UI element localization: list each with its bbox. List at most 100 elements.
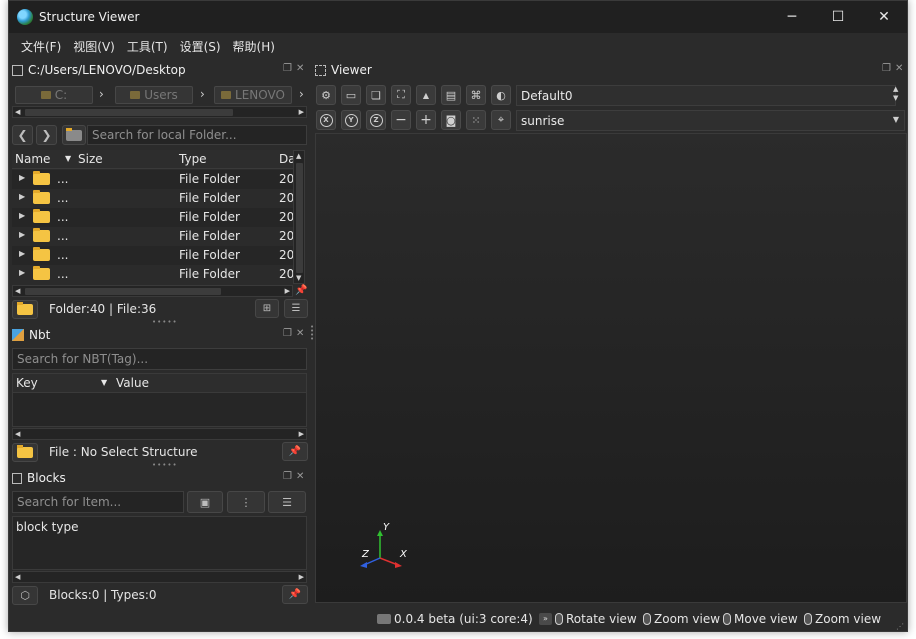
rotate-x-button[interactable]: X bbox=[316, 110, 336, 130]
menu-view[interactable]: 视图(V) bbox=[67, 38, 121, 55]
mouse-wheel-icon bbox=[643, 613, 651, 625]
splitter-grip[interactable]: ••••• bbox=[152, 461, 178, 469]
grid-button[interactable]: ⁙ bbox=[466, 110, 486, 130]
table-row[interactable]: ▶... File Folder 20 bbox=[12, 265, 304, 284]
forward-button[interactable]: ❯ bbox=[36, 125, 57, 145]
sort-down-icon[interactable]: ▼ bbox=[101, 378, 107, 387]
file-list-hscroll[interactable]: ◀ ▶ bbox=[12, 285, 293, 297]
layers-button[interactable]: ❏ bbox=[366, 85, 386, 105]
menu-help[interactable]: 帮助(H) bbox=[227, 38, 281, 55]
tree-view-button[interactable]: ⋮ bbox=[227, 491, 265, 513]
expand-arrow-icon[interactable]: ▶ bbox=[19, 173, 25, 182]
column-name[interactable]: Name bbox=[15, 152, 50, 166]
3d-viewport[interactable]: Y X Z bbox=[315, 133, 907, 603]
table-row[interactable]: ▶... File Folder 20 bbox=[12, 189, 304, 208]
up-button[interactable]: ▲ bbox=[416, 85, 436, 105]
version-info: 0.0.4 beta (ui:3 core:4) bbox=[377, 612, 533, 626]
float-panel-icon[interactable]: ❐ bbox=[283, 64, 293, 74]
table-row[interactable]: ▶... File Folder 20 bbox=[12, 208, 304, 227]
explorer-panel-title: C:/Users/LENOVO/Desktop ❐ ✕ bbox=[12, 61, 308, 79]
open-folder-button[interactable] bbox=[62, 125, 86, 145]
grid-view-button[interactable]: ⊞ bbox=[255, 299, 279, 318]
folder-icon bbox=[221, 91, 232, 99]
close-panel-icon[interactable]: ✕ bbox=[895, 64, 905, 74]
table-row[interactable]: ▶... File Folder 20 bbox=[12, 227, 304, 246]
settings-gear-button[interactable]: ⚙ bbox=[316, 85, 336, 105]
menu-bar: 文件(F) 视图(V) 工具(T) 设置(S) 帮助(H) bbox=[9, 35, 907, 57]
column-value[interactable]: Value bbox=[116, 376, 149, 390]
nbt-hscroll[interactable]: ◀ ▶ bbox=[12, 428, 307, 440]
image-view-button[interactable]: ▣ bbox=[187, 491, 223, 513]
menu-settings[interactable]: 设置(S) bbox=[174, 38, 227, 55]
list-details-button[interactable]: ☰ bbox=[268, 491, 306, 513]
table-row[interactable]: ▶... File Folder 20 bbox=[12, 170, 304, 189]
minimize-button[interactable]: ─ bbox=[769, 1, 815, 33]
close-panel-icon[interactable]: ✕ bbox=[296, 472, 306, 482]
blocks-pin-button[interactable]: 📌 bbox=[282, 585, 308, 604]
rotate-z-button[interactable]: Z bbox=[366, 110, 386, 130]
expand-arrow-icon[interactable]: ▶ bbox=[19, 211, 25, 220]
preset-spinbox[interactable]: Default0 bbox=[516, 85, 896, 106]
focus-button[interactable]: ⌖ bbox=[491, 110, 511, 130]
nbt-folder-button[interactable] bbox=[12, 442, 38, 462]
zoom-out-button[interactable]: − bbox=[391, 110, 411, 130]
pin-icon[interactable]: 📌 bbox=[295, 285, 307, 296]
blocks-list: block type bbox=[12, 516, 307, 570]
float-panel-icon[interactable]: ❐ bbox=[882, 64, 892, 74]
close-panel-icon[interactable]: ✕ bbox=[296, 64, 306, 74]
screenshot-button[interactable]: ◙ bbox=[441, 110, 461, 130]
folder-status-button[interactable] bbox=[12, 299, 38, 319]
folder-icon bbox=[33, 190, 50, 204]
breadcrumb-item[interactable]: C: bbox=[15, 86, 93, 104]
sort-down-icon[interactable]: ▼ bbox=[65, 154, 71, 163]
list-item[interactable]: block type bbox=[16, 520, 78, 534]
float-panel-icon[interactable]: ❐ bbox=[283, 472, 293, 482]
file-list-vscroll[interactable]: ▲ ▼ bbox=[293, 150, 305, 284]
nbt-search-input[interactable]: Search for NBT(Tag)... bbox=[12, 348, 307, 370]
window-button[interactable]: ▭ bbox=[341, 85, 361, 105]
export-file-button[interactable]: ▤ bbox=[441, 85, 461, 105]
sky-select[interactable]: sunrise ▼ bbox=[516, 110, 905, 131]
resize-grip-icon[interactable]: ⋰ bbox=[896, 622, 904, 631]
nbt-pin-button[interactable]: 📌 bbox=[282, 442, 308, 461]
breadcrumb-item[interactable]: LENOVO bbox=[214, 86, 292, 104]
table-row[interactable]: ▶... File Folder 20 bbox=[12, 246, 304, 265]
column-key[interactable]: Key bbox=[16, 376, 38, 390]
column-size[interactable]: Size bbox=[78, 152, 103, 166]
menu-file[interactable]: 文件(F) bbox=[15, 38, 67, 55]
expand-arrow-icon[interactable]: ▶ bbox=[19, 230, 25, 239]
blocks-search-input[interactable]: Search for Item... bbox=[12, 491, 184, 513]
breadcrumb-scrollbar[interactable]: ◀ ▶ bbox=[12, 106, 307, 118]
float-panel-icon[interactable]: ❐ bbox=[283, 329, 293, 339]
maximize-button[interactable]: ☐ bbox=[815, 1, 861, 33]
rotate-y-button[interactable]: Y bbox=[341, 110, 361, 130]
folder-search-input[interactable]: Search for local Folder... bbox=[87, 125, 307, 145]
vertical-splitter-grip[interactable]: • • • • bbox=[310, 324, 314, 343]
list-view-button[interactable]: ☰ bbox=[284, 299, 308, 318]
spin-arrows-icon[interactable]: ▲ ▼ bbox=[893, 85, 898, 103]
breadcrumb-item[interactable]: Users bbox=[115, 86, 193, 104]
window-title: Structure Viewer bbox=[39, 10, 140, 24]
zoom-in-button[interactable]: + bbox=[416, 110, 436, 130]
splitter-grip[interactable]: ••••• bbox=[152, 318, 178, 326]
cube-button[interactable]: ⬡ bbox=[12, 585, 38, 605]
blocks-panel-title: Blocks ❐ ✕ bbox=[12, 469, 308, 487]
fullscreen-button[interactable]: ⛶ bbox=[391, 85, 411, 105]
close-button[interactable]: ✕ bbox=[861, 1, 907, 33]
blocks-hscroll[interactable]: ◀ ▶ bbox=[12, 571, 307, 583]
expand-arrow-icon[interactable]: ▶ bbox=[19, 249, 25, 258]
back-button[interactable]: ❮ bbox=[12, 125, 33, 145]
folder-icon bbox=[17, 301, 33, 315]
folder-icon bbox=[130, 91, 141, 99]
menu-tools[interactable]: 工具(T) bbox=[121, 38, 174, 55]
close-panel-icon[interactable]: ✕ bbox=[296, 329, 306, 339]
expand-arrow-icon[interactable]: ▶ bbox=[19, 192, 25, 201]
nbt-status: File : No Select Structure 📌 bbox=[12, 442, 308, 462]
contrast-button[interactable]: ◐ bbox=[491, 85, 511, 105]
column-type[interactable]: Type bbox=[179, 152, 207, 166]
explorer-panel-icon bbox=[12, 64, 23, 76]
folder-icon bbox=[33, 247, 50, 261]
expand-arrow-icon[interactable]: ▶ bbox=[19, 268, 25, 277]
mouse-right-icon bbox=[723, 613, 731, 625]
gamepad-button[interactable]: ⌘ bbox=[466, 85, 486, 105]
